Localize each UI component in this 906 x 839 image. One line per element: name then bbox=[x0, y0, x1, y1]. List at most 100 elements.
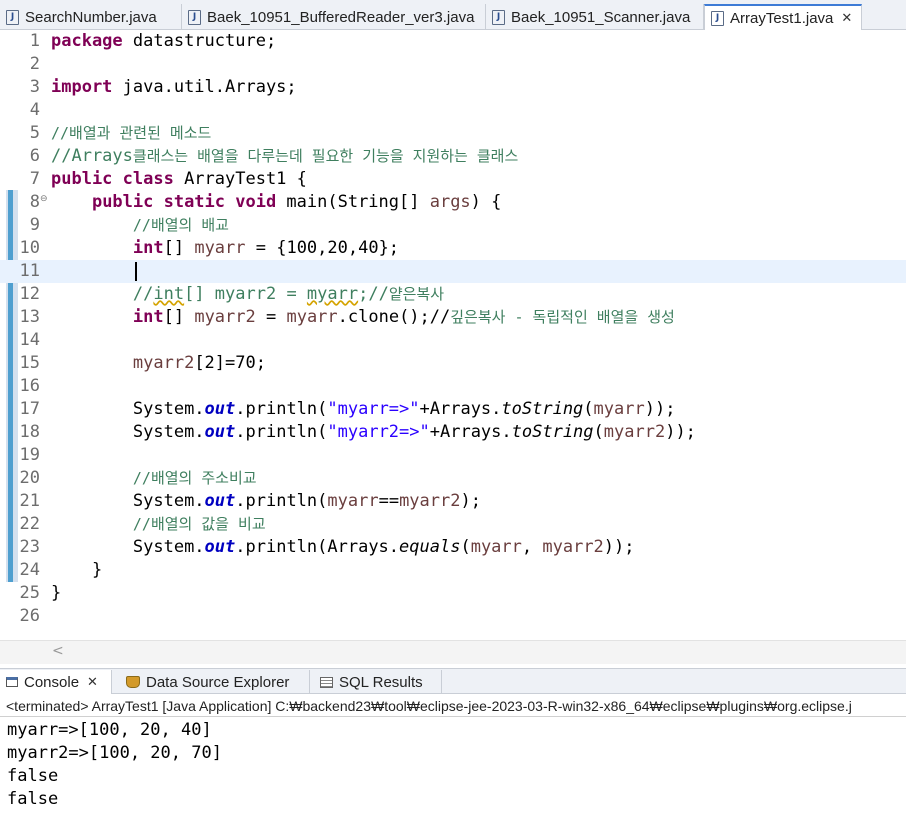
code-text: = bbox=[255, 307, 287, 327]
code-text: = {100,20,40}; bbox=[245, 238, 400, 258]
variable: myarr bbox=[327, 491, 379, 511]
code-line: 26 bbox=[0, 605, 906, 628]
line-number: 9 bbox=[29, 215, 40, 235]
variable: myarr bbox=[470, 537, 522, 557]
code-text: } bbox=[51, 583, 62, 603]
line-number: 2 bbox=[29, 54, 40, 74]
code-text: ) { bbox=[470, 192, 502, 212]
line-number: 3 bbox=[29, 77, 40, 97]
close-icon[interactable]: ✕ bbox=[841, 11, 852, 26]
comment: int bbox=[153, 284, 185, 304]
code-line: 6 //Arrays클래스는 배열을 다루는데 필요한 기능을 지원하는 클래스 bbox=[0, 145, 906, 168]
code-text: +Arrays. bbox=[419, 399, 502, 419]
tab-console[interactable]: Console ✕ bbox=[0, 670, 112, 694]
java-file-icon: J bbox=[6, 9, 19, 25]
code-line: 23 System.out.println(Arrays.equals(myar… bbox=[0, 536, 906, 559]
code-text: )); bbox=[665, 422, 696, 442]
comment: // bbox=[132, 284, 154, 304]
line-number: 22 bbox=[19, 514, 40, 534]
tab-label: Console bbox=[24, 673, 80, 691]
line-number: 19 bbox=[19, 445, 40, 465]
line-number: 21 bbox=[19, 491, 40, 511]
tab-label: Data Source Explorer bbox=[146, 673, 290, 691]
variable: myarr2 bbox=[399, 491, 461, 511]
code-line: 19 bbox=[0, 444, 906, 467]
code-text: System. bbox=[132, 422, 205, 442]
code-line: 9 //배열의 배교 bbox=[0, 214, 906, 237]
scroll-left-icon[interactable]: < bbox=[52, 643, 64, 659]
console-output-line: false bbox=[7, 766, 59, 786]
line-number: 7 bbox=[29, 169, 40, 189]
string-literal: "myarr2=>" bbox=[327, 422, 430, 442]
code-text: java.util.Arrays; bbox=[112, 77, 297, 97]
keyword: import bbox=[51, 77, 113, 97]
code-line: 4 bbox=[0, 99, 906, 122]
code-line: 24 } bbox=[0, 559, 906, 582]
field: out bbox=[204, 537, 236, 557]
tab-baek-bufferedreader[interactable]: J Baek_10951_BufferedReader_ver3.java bbox=[182, 4, 486, 30]
comment: [] myarr2 = bbox=[184, 284, 307, 304]
line-number: 16 bbox=[19, 376, 40, 396]
line-number: 24 bbox=[19, 560, 40, 580]
horizontal-scrollbar[interactable]: < bbox=[0, 640, 906, 664]
code-line: 10 int[] myarr = {100,20,40}; bbox=[0, 237, 906, 260]
line-number: 20 bbox=[19, 468, 40, 488]
keyword: package bbox=[51, 31, 123, 51]
code-line: 17 System.out.println("myarr=>"+Arrays.t… bbox=[0, 398, 906, 421]
line-number: 10 bbox=[19, 238, 40, 258]
line-number: 14 bbox=[19, 330, 40, 350]
keyword: public static void bbox=[91, 192, 277, 212]
comment: 얕은복사 bbox=[388, 285, 445, 303]
code-text: datastructure; bbox=[122, 31, 277, 51]
comment: 클래스는 배열을 다루는데 필요한 기능을 지원하는 클래스 bbox=[132, 147, 519, 165]
tab-baek-scanner[interactable]: J Baek_10951_Scanner.java bbox=[486, 4, 704, 30]
text-caret bbox=[134, 261, 137, 281]
variable: myarr2 bbox=[603, 422, 666, 442]
tab-searchnumber[interactable]: J SearchNumber.java bbox=[0, 4, 182, 30]
tab-sql-results[interactable]: SQL Results bbox=[314, 670, 442, 694]
line-number: 12 bbox=[19, 284, 40, 304]
comment: //배열의 주소비교 bbox=[132, 469, 257, 487]
variable: myarr2 bbox=[132, 353, 195, 373]
tab-label: SQL Results bbox=[339, 673, 423, 691]
tab-label: Baek_10951_BufferedReader_ver3.java bbox=[207, 8, 475, 26]
console-output-line: myarr2=>[100, 20, 70] bbox=[7, 743, 222, 763]
code-text: [] bbox=[163, 238, 195, 258]
line-number: 23 bbox=[19, 537, 40, 557]
method: toString bbox=[501, 399, 584, 419]
code-text: ( bbox=[460, 537, 471, 557]
comment: myarr bbox=[306, 284, 359, 304]
variable: myarr bbox=[593, 399, 645, 419]
java-file-icon: J bbox=[188, 9, 201, 25]
tab-data-source-explorer[interactable]: Data Source Explorer bbox=[120, 670, 310, 694]
close-icon[interactable]: ✕ bbox=[87, 675, 98, 690]
code-text: System. bbox=[132, 537, 205, 557]
tab-arraytest1[interactable]: J ArrayTest1.java ✕ bbox=[704, 4, 862, 31]
comment: //배열과 관련된 메소드 bbox=[51, 124, 212, 142]
console-tab-bar: Console ✕ Data Source Explorer SQL Resul… bbox=[0, 668, 906, 694]
code-text: .clone();// bbox=[337, 307, 451, 327]
code-line: 12 //int[] myarr2 = myarr;//얕은복사 bbox=[0, 283, 906, 306]
field: out bbox=[204, 491, 236, 511]
code-line: 21 System.out.println(myarr==myarr2); bbox=[0, 490, 906, 513]
code-editor[interactable]: 1 package datastructure; 2 3 import java… bbox=[0, 30, 906, 640]
fold-toggle-icon[interactable]: ⊖ bbox=[40, 194, 48, 204]
code-line: 7 public class ArrayTest1 { bbox=[0, 168, 906, 191]
field: out bbox=[204, 422, 236, 442]
line-number: 6 bbox=[29, 146, 40, 166]
code-line: 15 myarr2[2]=70; bbox=[0, 352, 906, 375]
code-text: +Arrays. bbox=[429, 422, 512, 442]
java-file-icon: J bbox=[711, 11, 724, 26]
code-text: ); bbox=[460, 491, 481, 511]
sql-results-icon bbox=[320, 676, 333, 688]
code-text: )); bbox=[644, 399, 676, 419]
console-output-area[interactable]: myarr=>[100, 20, 40] myarr2=>[100, 20, 7… bbox=[0, 716, 906, 839]
editor-tab-bar: J SearchNumber.java J Baek_10951_Buffere… bbox=[0, 0, 906, 31]
line-number: 18 bbox=[19, 422, 40, 442]
code-text: .println( bbox=[235, 491, 328, 511]
code-line: 1 package datastructure; bbox=[0, 30, 906, 53]
method: equals bbox=[399, 537, 461, 557]
line-number: 13 bbox=[19, 307, 40, 327]
line-number: 17 bbox=[19, 399, 40, 419]
code-line: 16 bbox=[0, 375, 906, 398]
